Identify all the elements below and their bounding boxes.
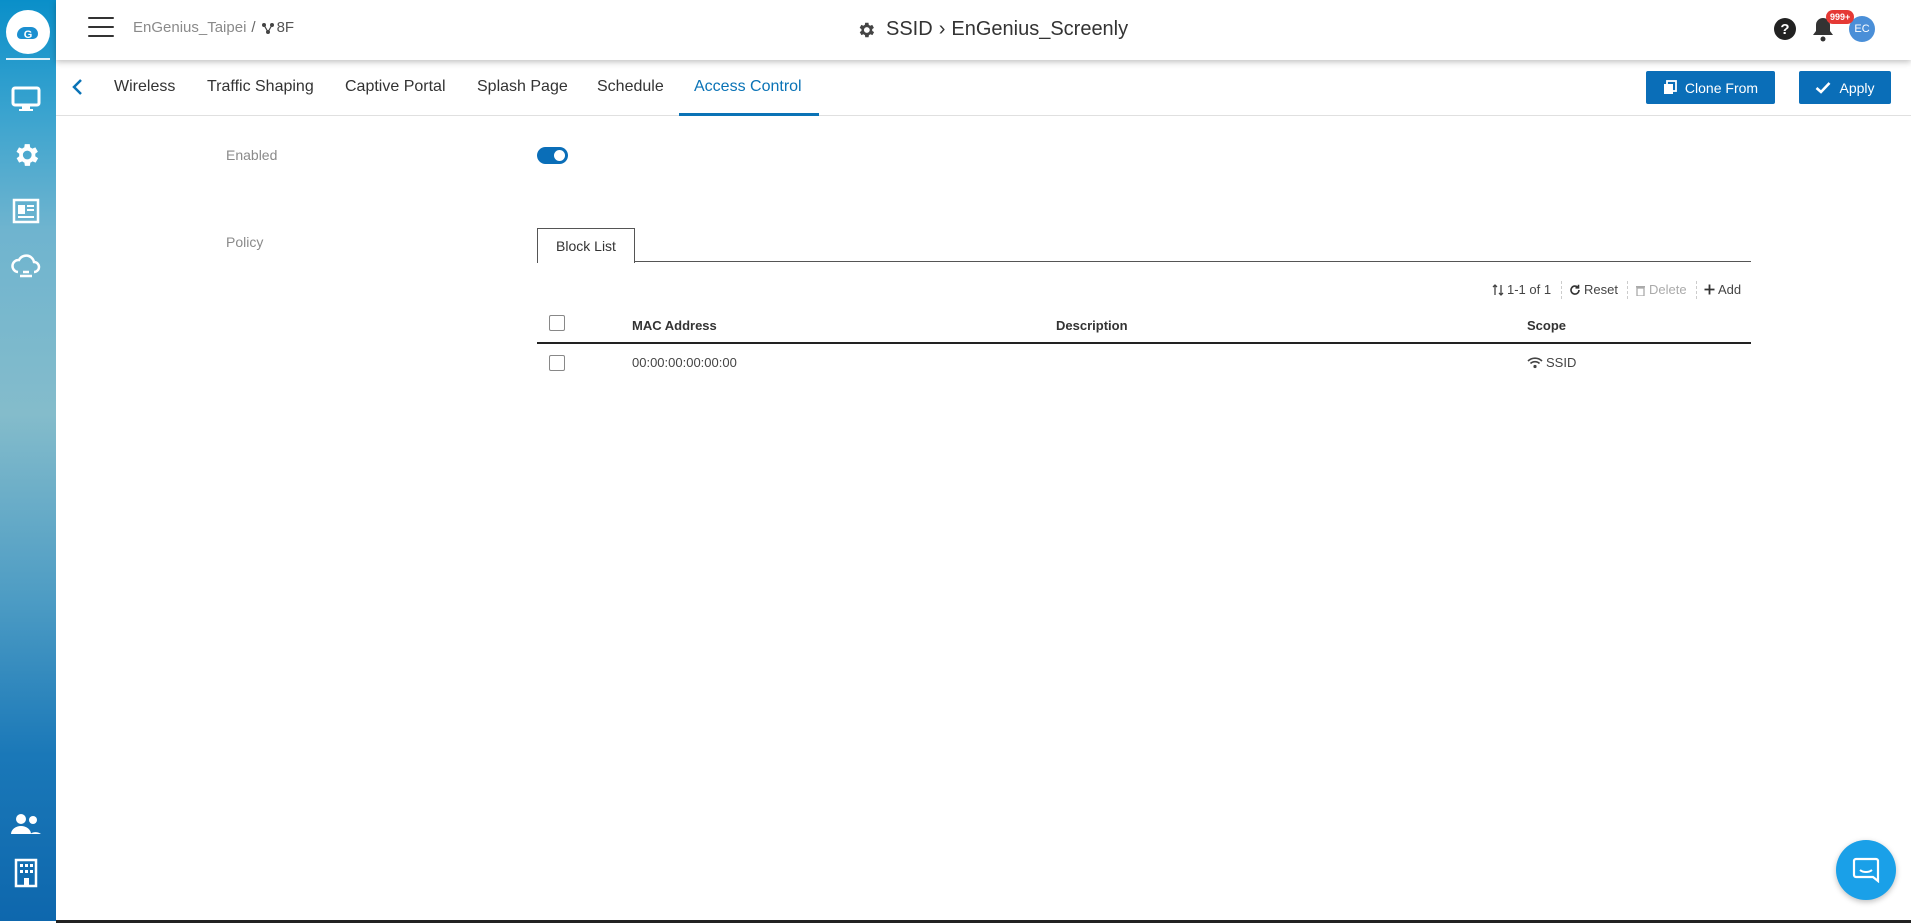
scope-label: SSID (1546, 355, 1577, 370)
header-actions: ? 999+ EC (1773, 10, 1875, 42)
left-sidebar: G (0, 0, 56, 921)
gear-icon[interactable] (9, 138, 43, 172)
tab-splash-page[interactable]: Splash Page (477, 78, 568, 96)
title-arrow: › (938, 18, 946, 40)
building-icon[interactable] (9, 856, 43, 890)
breadcrumb-org[interactable]: EnGenius_Taipei (133, 19, 246, 36)
gear-icon (856, 20, 876, 40)
enabled-label: Enabled (226, 147, 278, 163)
help-icon[interactable]: ? (1773, 17, 1797, 41)
tab-traffic-shaping[interactable]: Traffic Shaping (207, 78, 314, 96)
tab-access-control[interactable]: Access Control (694, 78, 802, 96)
column-header-mac-address[interactable]: MAC Address (632, 318, 717, 333)
pagination-label: 1-1 of 1 (1507, 282, 1552, 297)
network-icon (261, 22, 274, 34)
app-root: G EnGenius_Taipei / 8F SSID › EnGenius_S… (0, 0, 1911, 923)
apply-label: Apply (1839, 79, 1875, 96)
sort-icon (1492, 283, 1504, 296)
svg-text:G: G (24, 29, 33, 41)
trash-icon (1636, 285, 1645, 296)
refresh-icon (1570, 284, 1580, 295)
apply-button[interactable]: Apply (1799, 71, 1891, 104)
clone-from-label: Clone From (1684, 79, 1759, 96)
top-header: EnGenius_Taipei / 8F SSID › EnGenius_Scr… (56, 0, 1911, 60)
toolbar-separator (1561, 281, 1562, 299)
wifi-icon (1527, 356, 1543, 368)
logo-divider (6, 58, 50, 60)
breadcrumb-separator: / (251, 19, 256, 36)
users-icon[interactable] (9, 807, 43, 841)
table-cell-mac-address[interactable]: 00:00:00:00:00:00 (632, 355, 737, 370)
pagination-info: 1-1 of 1 (1492, 282, 1551, 297)
monitor-icon[interactable] (9, 82, 43, 116)
page-title: SSID › EnGenius_Screenly (856, 18, 1128, 41)
title-prefix: SSID (886, 18, 933, 40)
toolbar-separator (1627, 281, 1628, 299)
svg-text:?: ? (1780, 21, 1789, 38)
cloud-icon[interactable] (9, 250, 43, 284)
active-tab-indicator (679, 113, 819, 116)
tab-schedule[interactable]: Schedule (597, 78, 664, 96)
toolbar-separator (1696, 281, 1697, 299)
breadcrumb: EnGenius_Taipei / 8F (133, 19, 294, 36)
delete-button[interactable]: Delete (1635, 282, 1687, 297)
add-button[interactable]: Add (1704, 282, 1741, 297)
title-ssid-name: EnGenius_Screenly (951, 18, 1129, 40)
engenius-logo[interactable]: G (6, 10, 50, 54)
tabs-bar: Wireless Traffic Shaping Captive Portal … (56, 60, 1911, 116)
menu-toggle-button[interactable] (86, 14, 116, 40)
tab-block-list[interactable]: Block List (537, 228, 635, 263)
breadcrumb-floor-label: 8F (276, 19, 295, 36)
tab-captive-portal[interactable]: Captive Portal (345, 78, 446, 96)
clone-from-button[interactable]: Clone From (1646, 71, 1775, 104)
delete-label: Delete (1649, 282, 1687, 297)
add-label: Add (1718, 282, 1742, 297)
select-all-checkbox[interactable] (549, 315, 565, 331)
column-header-scope[interactable]: Scope (1527, 318, 1566, 333)
table-cell-scope: SSID (1527, 355, 1576, 370)
row-checkbox[interactable] (549, 355, 565, 371)
report-icon[interactable] (9, 194, 43, 228)
table-header-divider (537, 342, 1751, 344)
column-header-description[interactable]: Description (1056, 318, 1128, 333)
plus-icon (1704, 284, 1715, 295)
copy-icon (1663, 80, 1677, 95)
notification-badge: 999+ (1826, 10, 1855, 24)
tab-wireless[interactable]: Wireless (114, 78, 175, 96)
check-icon (1815, 81, 1831, 94)
chevron-left-icon[interactable] (69, 76, 87, 98)
chat-support-button[interactable] (1836, 840, 1896, 900)
breadcrumb-floor[interactable]: 8F (261, 19, 295, 36)
enabled-toggle[interactable] (537, 147, 568, 164)
chat-icon (1852, 857, 1880, 883)
policy-label: Policy (226, 234, 264, 250)
reset-button[interactable]: Reset (1569, 282, 1618, 297)
subtab-divider (537, 261, 1751, 262)
reset-label: Reset (1584, 282, 1618, 297)
notifications-button[interactable]: 999+ (1811, 10, 1855, 42)
